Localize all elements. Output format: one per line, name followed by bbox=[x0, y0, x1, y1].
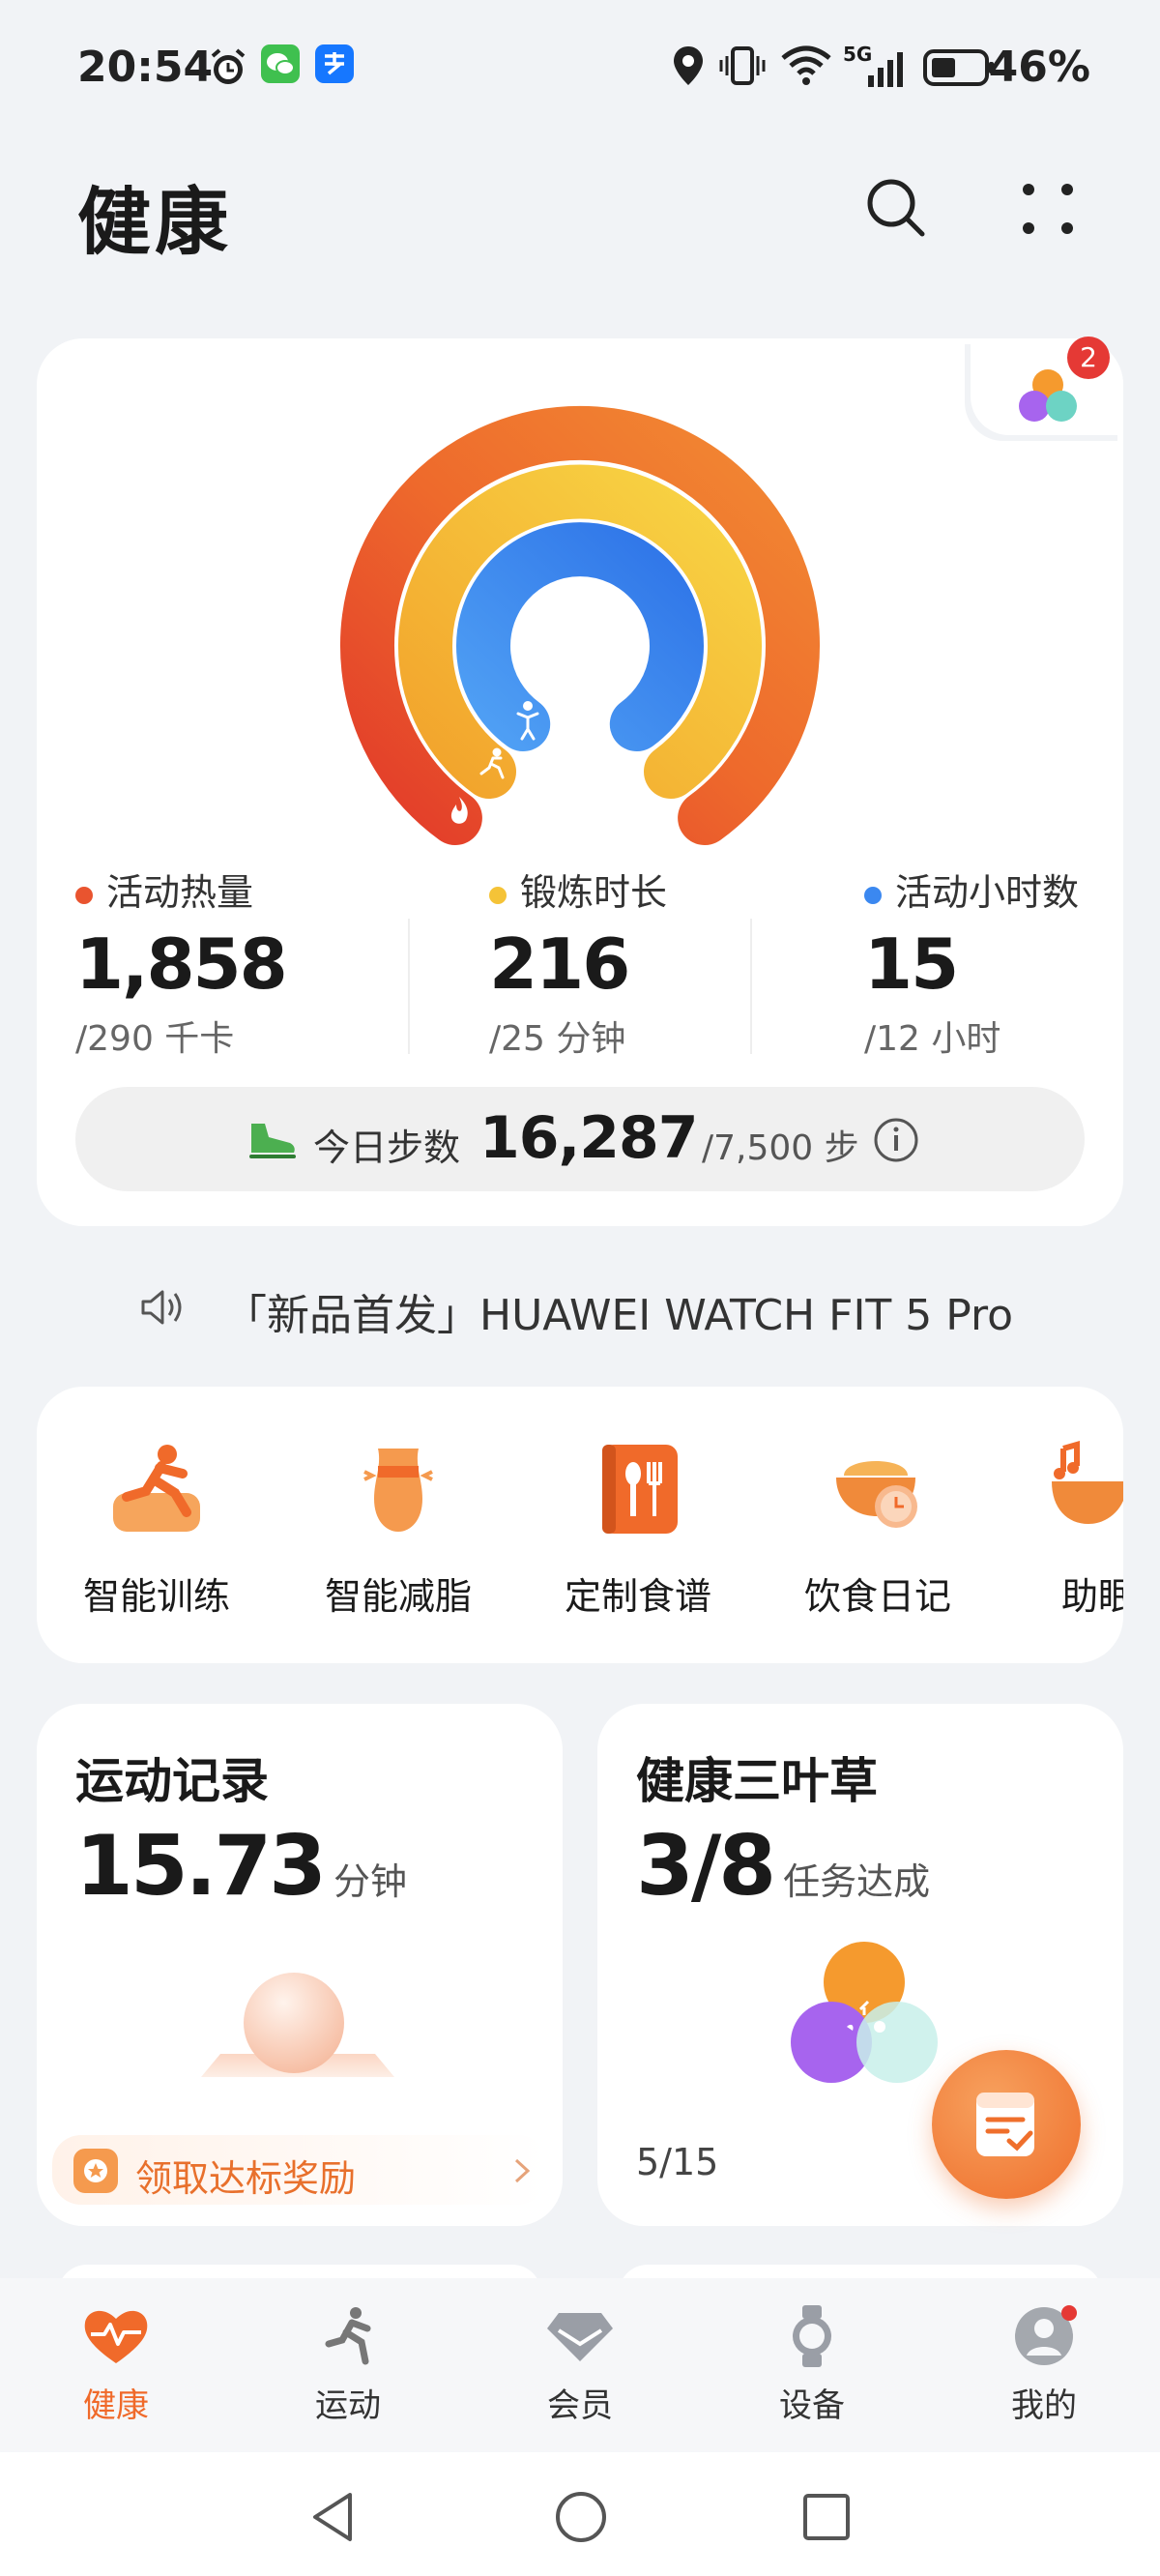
steps-value: 16,287 bbox=[479, 1104, 699, 1172]
wifi-icon bbox=[781, 45, 831, 85]
calories-dot bbox=[75, 886, 93, 904]
tab-health[interactable]: 健康 bbox=[39, 2305, 193, 2426]
quick-action-label: 助眠 bbox=[1061, 1575, 1123, 1618]
tab-sports[interactable]: 运动 bbox=[271, 2305, 425, 2426]
task-fab[interactable] bbox=[932, 2050, 1081, 2199]
quick-action-fat-loss[interactable]: 智能减脂 bbox=[292, 1437, 505, 1620]
system-nav-bar bbox=[0, 2452, 1160, 2576]
watch-icon bbox=[793, 2305, 831, 2367]
page-title: 健康 bbox=[77, 179, 232, 265]
stat-exercise-label: 锻炼时长 bbox=[520, 871, 668, 914]
sleep-aid-icon bbox=[1030, 1437, 1123, 1543]
quick-action-sleep-aid[interactable]: 助眠 bbox=[1011, 1437, 1123, 1620]
exercise-record-card[interactable]: 运动记录 15.73 分钟 领取达标奖励 bbox=[37, 1704, 563, 2226]
exercise-value-row: 15.73 分钟 bbox=[75, 1818, 407, 1915]
quick-action-recipe[interactable]: 定制食谱 bbox=[532, 1437, 744, 1620]
reward-text: 领取达标奖励 bbox=[135, 2157, 357, 2200]
quick-action-label: 饮食日记 bbox=[803, 1575, 951, 1618]
tab-me[interactable]: 我的 bbox=[967, 2305, 1121, 2426]
quick-action-label: 智能减脂 bbox=[324, 1575, 472, 1618]
stat-calories-value: 1,858 bbox=[75, 923, 288, 1005]
quick-action-food-diary[interactable]: 饮食日记 bbox=[771, 1437, 984, 1620]
home-icon[interactable] bbox=[553, 2489, 609, 2545]
stat-exercise-value: 216 bbox=[489, 923, 630, 1005]
more-options-icon[interactable] bbox=[1017, 178, 1079, 240]
stat-calories-label: 活动热量 bbox=[106, 871, 254, 914]
stat-exercise: 锻炼时长 216 /25 分钟 bbox=[489, 863, 779, 1061]
reward-link[interactable]: 领取达标奖励 bbox=[52, 2135, 547, 2205]
clover-value: 3/8 bbox=[636, 1818, 776, 1915]
exercise-card-title: 运动记录 bbox=[75, 1753, 269, 1809]
tab-label: 我的 bbox=[1011, 2386, 1077, 2425]
recents-icon[interactable] bbox=[800, 2491, 853, 2543]
tab-label: 健康 bbox=[83, 2386, 149, 2425]
activity-rings bbox=[340, 405, 820, 845]
quick-action-label: 智能训练 bbox=[82, 1575, 230, 1618]
exercise-value: 15.73 bbox=[75, 1818, 327, 1915]
clover-shortcut[interactable]: 2 bbox=[971, 337, 1123, 435]
running-icon bbox=[325, 2307, 371, 2365]
chevron-right-icon bbox=[514, 2158, 531, 2183]
steps-target: /7,500 步 bbox=[702, 1128, 859, 1168]
active-hours-ring bbox=[456, 522, 704, 751]
back-icon[interactable] bbox=[307, 2489, 360, 2545]
activity-rings-card[interactable]: 2 活动热量 1,858 /290 千卡 锻炼时长 216 /25 分钟 活动小… bbox=[37, 337, 1123, 1226]
avatar-icon bbox=[1015, 2305, 1077, 2365]
divider bbox=[408, 919, 410, 1054]
tab-label: 运动 bbox=[315, 2386, 381, 2425]
alarm-icon bbox=[211, 48, 246, 84]
quick-action-smart-training[interactable]: 智能训练 bbox=[50, 1437, 263, 1620]
tab-membership[interactable]: 会员 bbox=[503, 2305, 657, 2426]
shoe-icon bbox=[249, 1124, 296, 1158]
clover-progress: 5/15 bbox=[636, 2141, 719, 2183]
clover-card-title: 健康三叶草 bbox=[636, 1753, 878, 1809]
quick-action-label: 定制食谱 bbox=[564, 1575, 711, 1618]
food-diary-icon bbox=[825, 1437, 931, 1543]
diamond-icon bbox=[547, 2313, 613, 2361]
steps-label: 今日步数 bbox=[313, 1127, 461, 1169]
info-icon[interactable] bbox=[872, 1116, 920, 1164]
quick-actions-card: 智能训练 智能减脂 定制食谱 饮食日记 助眠 bbox=[37, 1387, 1123, 1663]
active-hours-dot bbox=[864, 886, 882, 904]
alipay-icon bbox=[315, 44, 354, 83]
clover-unit: 任务达成 bbox=[783, 1860, 931, 1903]
stat-calories: 活动热量 1,858 /290 千卡 bbox=[75, 863, 404, 1061]
signal-icon bbox=[868, 52, 903, 87]
promo-text: 「新品首发」HUAWEI WATCH FIT 5 Pro bbox=[224, 1291, 1014, 1340]
location-icon bbox=[674, 46, 703, 85]
clover-illustration bbox=[791, 1942, 938, 2083]
divider bbox=[750, 919, 752, 1054]
status-time: 20:54 bbox=[77, 43, 214, 92]
recipe-icon bbox=[585, 1437, 691, 1543]
battery-icon bbox=[923, 49, 994, 86]
exercise-unit: 分钟 bbox=[334, 1860, 408, 1903]
status-bar: 20:54 5G 46% bbox=[0, 0, 1160, 135]
tab-devices[interactable]: 设备 bbox=[735, 2305, 889, 2426]
tab-label: 设备 bbox=[779, 2386, 845, 2425]
search-icon[interactable] bbox=[862, 174, 930, 242]
wechat-icon bbox=[261, 44, 300, 83]
task-list-icon bbox=[976, 2093, 1034, 2156]
tab-label: 会员 bbox=[547, 2386, 613, 2425]
stat-exercise-target: /25 分钟 bbox=[489, 1019, 626, 1059]
exercise-dot bbox=[489, 886, 507, 904]
steps-bar[interactable]: 今日步数 16,287 /7,500 步 bbox=[75, 1087, 1085, 1191]
stat-calories-target: /290 千卡 bbox=[75, 1019, 235, 1059]
promo-banner[interactable]: 「新品首发」HUAWEI WATCH FIT 5 Pro bbox=[135, 1278, 1063, 1340]
stat-active-hours: 活动小时数 15 /12 小时 bbox=[864, 863, 1123, 1061]
clover-value-row: 3/8 任务达成 bbox=[636, 1818, 930, 1915]
stat-active-hours-target: /12 小时 bbox=[864, 1019, 1001, 1059]
exercise-ball-illustration bbox=[201, 1973, 394, 2077]
stat-active-hours-value: 15 bbox=[864, 923, 959, 1005]
bottom-tab-bar: 健康 运动 会员 设备 我的 bbox=[0, 2278, 1160, 2452]
fat-loss-icon bbox=[345, 1437, 451, 1543]
heart-pulse-icon bbox=[84, 2310, 148, 2363]
speaker-icon bbox=[141, 1290, 182, 1325]
reward-icon bbox=[73, 2149, 118, 2193]
stat-active-hours-label: 活动小时数 bbox=[895, 871, 1080, 914]
smart-training-icon bbox=[103, 1437, 210, 1543]
vibrate-icon bbox=[719, 46, 766, 85]
notification-badge: 2 bbox=[1067, 337, 1110, 379]
battery-level: 46% bbox=[988, 43, 1090, 92]
